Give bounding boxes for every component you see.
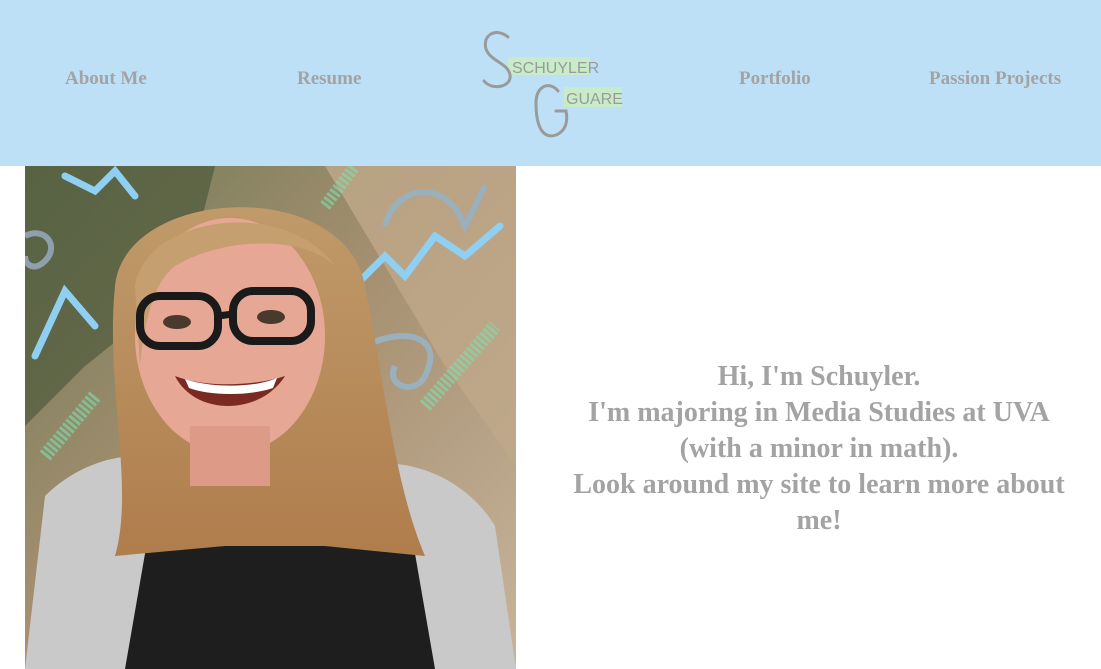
nav-portfolio-link[interactable]: Portfolio [739, 68, 811, 90]
intro-minor: (with a minor in math). [679, 433, 959, 464]
site-logo[interactable]: SCHUYLER GUARE [478, 25, 628, 143]
logo-text-line1: SCHUYLER [512, 60, 599, 77]
nav-about-me-link[interactable]: About Me [65, 68, 147, 90]
profile-photo [25, 166, 516, 669]
logo-big-s [482, 31, 512, 89]
logo-big-g [534, 84, 569, 138]
intro-greeting: Hi, I'm Schuyler. [717, 361, 921, 392]
logo-graphic: SCHUYLER GUARE [482, 31, 623, 138]
profile-photo-illustration [25, 166, 516, 669]
intro-invite: Look around my site to learn more about … [573, 469, 1065, 536]
nav-resume-link[interactable]: Resume [297, 68, 361, 90]
site-header: About Me Resume SCHUYLER GUARE Portfolio… [0, 0, 1101, 166]
logo-text-line2: GUARE [566, 91, 623, 108]
intro-major: I'm majoring in Media Studies at UVA [588, 397, 1050, 428]
intro-text: Hi, I'm Schuyler. I'm majoring in Media … [548, 359, 1090, 539]
nav-passion-projects-link[interactable]: Passion Projects [929, 68, 1061, 90]
